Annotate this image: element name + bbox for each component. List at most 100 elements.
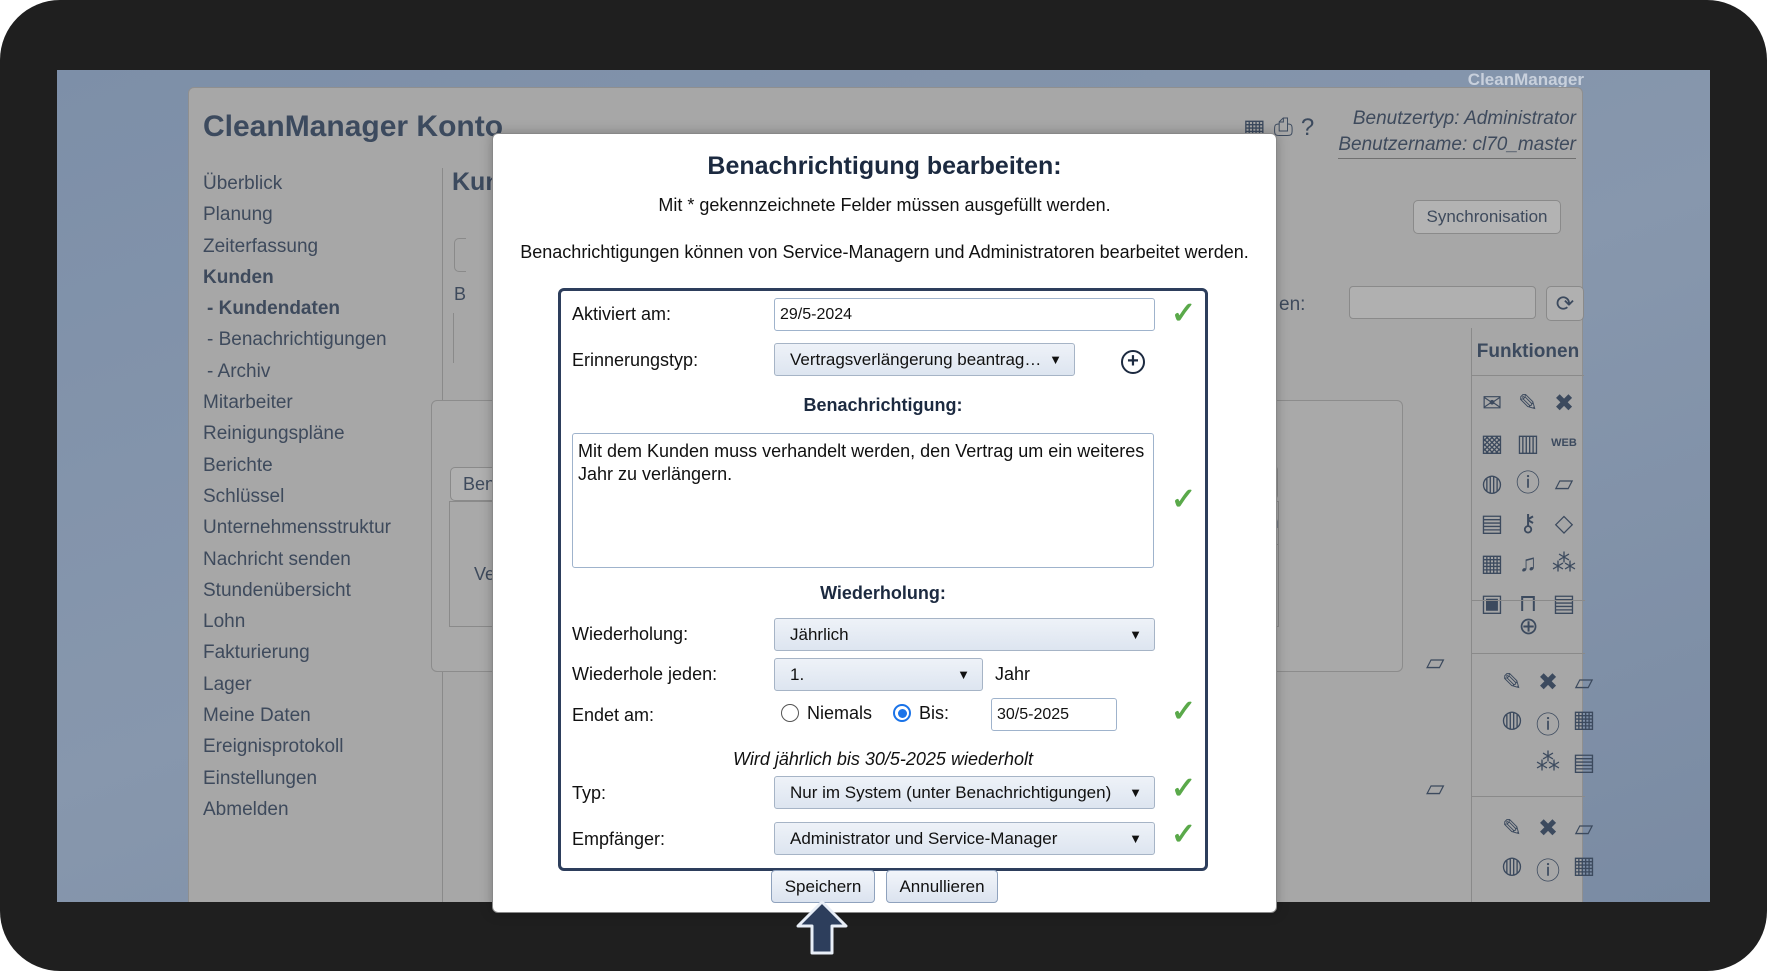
bell-icon[interactable]: ♫ bbox=[1510, 548, 1546, 579]
mail-icon[interactable]: ✉ bbox=[1474, 388, 1510, 419]
clipboard-icon[interactable]: ▤ bbox=[1474, 508, 1510, 539]
ends-until-option[interactable]: Bis: bbox=[893, 703, 949, 724]
repeat-every-select[interactable]: 1. ▼ bbox=[774, 658, 983, 691]
required-fields-note: Mit * gekennzeichnete Felder müssen ausg… bbox=[658, 195, 1111, 215]
cancel-button[interactable]: Annullieren bbox=[886, 870, 998, 903]
sidebar-item-zeiterfassung[interactable]: Zeiterfassung bbox=[203, 231, 443, 262]
documents-icon[interactable]: ▤ bbox=[1566, 748, 1602, 777]
sidebar-item-lohn[interactable]: Lohn bbox=[203, 606, 443, 637]
radio-until[interactable] bbox=[893, 704, 911, 722]
delete-icon[interactable]: ✖ bbox=[1530, 668, 1566, 697]
sidebar-item-planung[interactable]: Planung bbox=[203, 199, 443, 230]
chevron-down-icon: ▼ bbox=[957, 667, 970, 682]
calculator-icon[interactable]: ▦ bbox=[1566, 851, 1602, 886]
building-icon[interactable]: ▥ bbox=[1510, 428, 1546, 459]
delete-icon[interactable]: ✖ bbox=[1530, 814, 1566, 843]
functions-column: Funktionen ✉ ✎ ✖ ▩ ▥ WEB ◍ ⓘ ▱ ▤ ⚷ ◇ ▦ ♫ bbox=[1471, 328, 1595, 902]
map-icon[interactable]: ◇ bbox=[1546, 508, 1582, 539]
sidebar-item-benachrichtigungen[interactable]: - Benachrichtigungen bbox=[203, 324, 443, 355]
repeat-summary: Wird jährlich bis 30/5-2025 wiederholt bbox=[733, 749, 1033, 769]
sidebar-item-ereignisprotokoll[interactable]: Ereignisprotokoll bbox=[203, 731, 443, 762]
sidebar-item-meine-daten[interactable]: Meine Daten bbox=[203, 700, 443, 731]
valid-check-icon: ✓ bbox=[1171, 772, 1197, 805]
sidebar-item-archiv[interactable]: - Archiv bbox=[203, 356, 443, 387]
calculator-icon[interactable]: ▦ bbox=[1474, 548, 1510, 579]
add-row-button[interactable]: ⊕ bbox=[1472, 600, 1585, 654]
globe-icon[interactable]: ◍ bbox=[1474, 468, 1510, 499]
info-icon[interactable]: ⓘ bbox=[1530, 705, 1566, 740]
box-icon[interactable]: ▱ bbox=[1566, 668, 1602, 697]
sidebar-item-einstellungen[interactable]: Einstellungen bbox=[203, 763, 443, 794]
note-icon[interactable]: ▱ bbox=[1546, 468, 1582, 499]
sidebar-item-lager[interactable]: Lager bbox=[203, 669, 443, 700]
repeat-select[interactable]: Jährlich ▼ bbox=[774, 618, 1155, 651]
sidebar-item-schluessel[interactable]: Schlüssel bbox=[203, 481, 443, 512]
sidebar: Überblick Planung Zeiterfassung Kunden -… bbox=[203, 168, 443, 825]
reminder-type-select[interactable]: Vertragsverlängerung beantrag… ▼ bbox=[774, 343, 1075, 376]
box-icon[interactable]: ▱ bbox=[1566, 814, 1602, 843]
valid-check-icon: ✓ bbox=[1171, 818, 1197, 851]
add-circle-icon: ⊕ bbox=[1518, 613, 1539, 640]
sidebar-item-berichte[interactable]: Berichte bbox=[203, 450, 443, 481]
pointer-arrow-icon bbox=[796, 900, 848, 955]
calculator-icon[interactable]: ▦ bbox=[1566, 705, 1602, 740]
recipient-label: Empfänger: bbox=[572, 829, 666, 849]
sidebar-item-mitarbeiter[interactable]: Mitarbeiter bbox=[203, 387, 443, 418]
web-icon[interactable]: WEB bbox=[1546, 428, 1582, 459]
until-label: Bis: bbox=[919, 703, 950, 723]
hierarchy-icon[interactable]: ⁂ bbox=[1530, 748, 1566, 777]
note-icon[interactable]: ▱ bbox=[1426, 648, 1444, 677]
key-icon[interactable]: ⚷ bbox=[1510, 508, 1546, 539]
repeat-every-unit: Jahr bbox=[995, 664, 1031, 684]
notification-form: Aktiviert am: 29/5-2024 ✓ Erinnerungstyp… bbox=[558, 288, 1208, 871]
info-icon[interactable]: ⓘ bbox=[1530, 851, 1566, 886]
valid-check-icon: ✓ bbox=[1171, 695, 1197, 728]
radio-never[interactable] bbox=[781, 704, 799, 722]
until-date-input[interactable]: 30/5-2025 bbox=[991, 698, 1117, 731]
chevron-down-icon: ▼ bbox=[1049, 352, 1062, 367]
functions-header: Funktionen bbox=[1472, 328, 1584, 376]
activated-date-input[interactable]: 29/5-2024 bbox=[774, 298, 1155, 331]
save-button[interactable]: Speichern bbox=[771, 870, 875, 903]
repeat-every-label: Wiederhole jeden: bbox=[572, 664, 718, 684]
note-icon[interactable]: ▱ bbox=[1426, 774, 1444, 803]
type-label: Typ: bbox=[572, 783, 607, 803]
ends-never-option[interactable]: Niemals bbox=[781, 703, 872, 724]
sync-button[interactable]: Synchronisation bbox=[1413, 200, 1561, 234]
activated-label: Aktiviert am: bbox=[572, 304, 672, 324]
edit-icon[interactable]: ✎ bbox=[1494, 814, 1530, 843]
never-label: Niemals bbox=[807, 703, 873, 723]
refresh-button[interactable]: ⟳ bbox=[1546, 286, 1584, 321]
sidebar-item-abmelden[interactable]: Abmelden bbox=[203, 794, 443, 825]
sidebar-item-fakturierung[interactable]: Fakturierung bbox=[203, 637, 443, 668]
sidebar-item-ueberblick[interactable]: Überblick bbox=[203, 168, 443, 199]
notification-heading: Benachrichtigung: bbox=[803, 395, 963, 415]
search-input[interactable] bbox=[1349, 286, 1536, 319]
search-label: en: bbox=[1279, 294, 1306, 315]
recipient-select[interactable]: Administrator und Service-Manager ▼ bbox=[774, 822, 1155, 855]
globe-icon[interactable]: ◍ bbox=[1494, 851, 1530, 886]
help-icon[interactable]: ? bbox=[1301, 114, 1314, 143]
globe-icon[interactable]: ◍ bbox=[1494, 705, 1530, 740]
valid-check-icon: ✓ bbox=[1171, 483, 1197, 516]
edit-notification-modal: Benachrichtigung bearbeiten: Mit * geken… bbox=[492, 133, 1277, 913]
edit-icon[interactable]: ✎ bbox=[1494, 668, 1530, 697]
type-select[interactable]: Nur im System (unter Benachrichtigungen)… bbox=[774, 776, 1155, 809]
modules-icon[interactable]: ▩ bbox=[1474, 428, 1510, 459]
sidebar-item-kunden[interactable]: Kunden bbox=[203, 262, 443, 293]
sidebar-item-unternehmensstruktur[interactable]: Unternehmensstruktur bbox=[203, 512, 443, 543]
sidebar-item-kundendaten[interactable]: - Kundendaten bbox=[203, 293, 443, 324]
hierarchy-icon[interactable]: ⁂ bbox=[1546, 548, 1582, 579]
sidebar-item-nachricht-senden[interactable]: Nachricht senden bbox=[203, 544, 443, 575]
row-functions: ✎ ✖ ▱ ◍ ⓘ ▦ bbox=[1494, 814, 1602, 886]
sidebar-item-reinigungsplaene[interactable]: Reinigungspläne bbox=[203, 418, 443, 449]
add-reminder-type-icon[interactable]: + bbox=[1121, 350, 1145, 374]
info-icon[interactable]: ⓘ bbox=[1510, 468, 1546, 499]
modal-title: Benachrichtigung bearbeiten: bbox=[707, 152, 1062, 180]
delete-icon[interactable]: ✖ bbox=[1546, 388, 1582, 419]
edit-icon[interactable]: ✎ bbox=[1510, 388, 1546, 419]
tab-stub[interactable] bbox=[454, 238, 466, 272]
sidebar-item-stundenuebersicht[interactable]: Stundenübersicht bbox=[203, 575, 443, 606]
notification-textarea[interactable]: Mit dem Kunden muss verhandelt werden, d… bbox=[572, 433, 1154, 568]
reminder-type-value: Vertragsverlängerung beantrag… bbox=[790, 350, 1042, 369]
